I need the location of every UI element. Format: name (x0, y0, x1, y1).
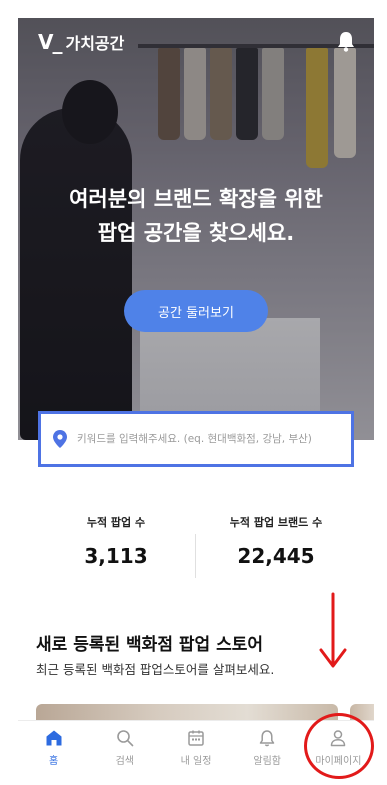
nav-label: 내 일정 (180, 756, 212, 767)
logo-mark: V_ (38, 30, 63, 54)
home-icon (46, 730, 62, 746)
nav-item-search[interactable]: 검색 (89, 721, 160, 770)
app-name: 가치공간 (65, 34, 125, 53)
nav-label: 검색 (115, 756, 134, 767)
annotation-arrow-icon (319, 592, 347, 668)
nav-item-schedule[interactable]: 내 일정 (160, 721, 231, 770)
hero-title: 여러분의 브랜드 확장을 위한 팝업 공간을 찾으세요. (69, 187, 323, 245)
stat-total-popups: 누적 팝업 수 3,113 (36, 514, 196, 568)
app-logo[interactable]: V_ 가치공간 (38, 30, 124, 54)
nav-item-home[interactable]: 홈 (18, 721, 89, 770)
section-title: 새로 등록된 백화점 팝업 스토어 (36, 635, 263, 655)
stat-total-brands: 누적 팝업 브랜드 수 22,445 (196, 514, 356, 568)
search-bar[interactable] (38, 411, 354, 467)
notification-bell-icon[interactable] (336, 30, 356, 52)
hero-banner: V_ 가치공간 여러분의 브랜드 확장을 위한 팝업 공간을 찾으세요. 공간 … (18, 18, 374, 440)
browse-spaces-button[interactable]: 공간 둘러보기 (124, 290, 268, 332)
location-pin-icon (53, 430, 67, 448)
stat-label: 누적 팝업 수 (86, 516, 146, 529)
bell-icon (259, 730, 275, 747)
search-icon (116, 730, 134, 747)
search-input[interactable] (77, 433, 337, 445)
stat-value: 22,445 (237, 544, 315, 568)
stats-panel: 누적 팝업 수 3,113 누적 팝업 브랜드 수 22,445 (18, 514, 374, 584)
calendar-icon (188, 730, 204, 746)
stat-value: 3,113 (84, 544, 148, 568)
nav-item-notifications[interactable]: 알림함 (232, 721, 303, 770)
nav-label: 홈 (49, 756, 59, 767)
nav-label: 알림함 (253, 756, 282, 767)
section-subtitle: 최근 등록된 백화점 팝업스토어를 살펴보세요. (36, 662, 275, 677)
annotation-circle (304, 713, 374, 779)
stat-label: 누적 팝업 브랜드 수 (229, 516, 323, 529)
